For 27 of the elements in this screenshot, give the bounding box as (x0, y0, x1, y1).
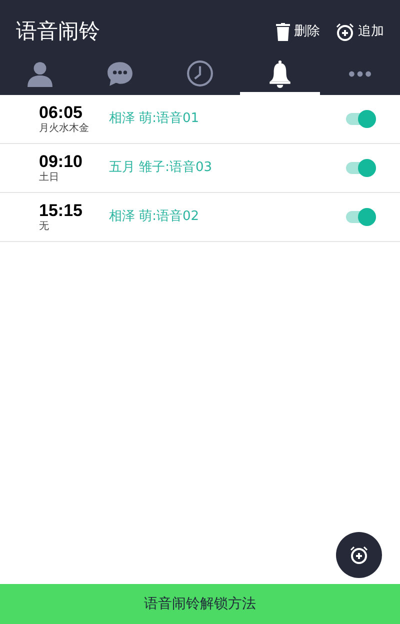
alarm-time: 06:05 (39, 103, 84, 122)
trash-icon (276, 22, 290, 40)
person-icon (26, 60, 54, 88)
alarm-days: 土日 (39, 172, 109, 184)
delete-button[interactable]: 删除 (276, 22, 320, 42)
alarm-row[interactable]: 15:15 无 相泽 萌:语音02 (0, 193, 400, 242)
toggle-switch[interactable] (346, 109, 376, 129)
alarm-row[interactable]: 06:05 月火水木金 相泽 萌:语音01 (0, 95, 400, 144)
alarm-voice: 相泽 萌:语音02 (109, 208, 200, 226)
toggle-switch[interactable] (346, 158, 376, 178)
alarm-days: 无 (39, 221, 109, 233)
alarm-days: 月火水木金 (39, 123, 109, 135)
add-button[interactable]: 追加 (336, 22, 384, 42)
alarm-time: 15:15 (39, 201, 84, 221)
app-title: 语音闹铃 (16, 18, 100, 45)
alarm-row[interactable]: 09:10 土日 五月 雏子:语音03 (0, 144, 400, 193)
alarm-time: 09:10 (39, 152, 84, 172)
chat-icon (106, 60, 134, 88)
alarm-voice: 相泽 萌:语音01 (109, 110, 200, 128)
clock-icon (186, 60, 214, 88)
toggle-switch[interactable] (346, 207, 376, 227)
more-icon (349, 70, 371, 76)
add-alarm-button[interactable] (336, 532, 382, 578)
alarm-voice: 五月 雏子:语音03 (109, 159, 212, 178)
alarm-add-icon (350, 546, 368, 564)
unlock-method-button[interactable]: 语音闹铃解锁方法 (144, 594, 256, 614)
alarm-add-icon (336, 22, 354, 40)
